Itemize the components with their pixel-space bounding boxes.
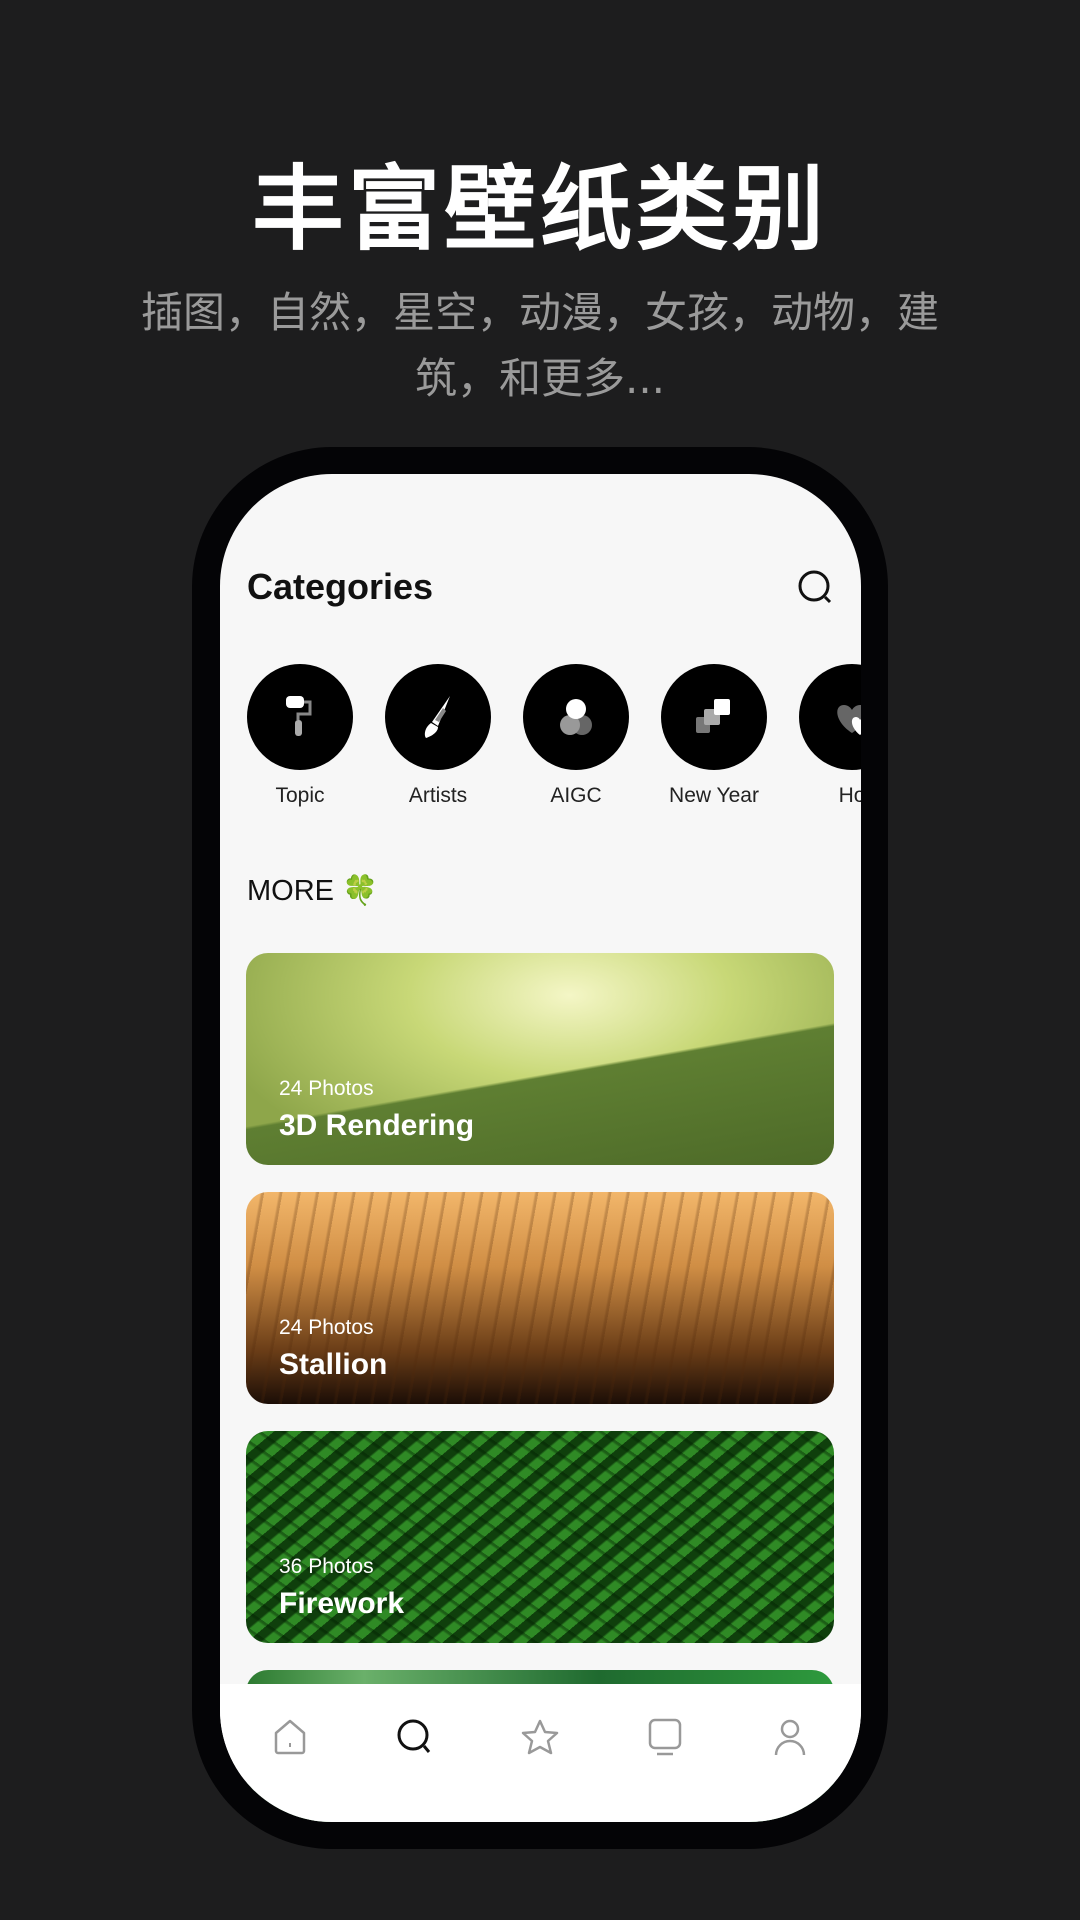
display-icon[interactable] xyxy=(645,1717,685,1757)
category-aigc[interactable]: AIGC xyxy=(523,664,629,808)
page-title: Categories xyxy=(247,566,434,607)
brush-icon xyxy=(424,696,450,738)
paint-roller-icon xyxy=(286,696,312,736)
photo-count: 36 Photos xyxy=(279,1555,374,1578)
category-card[interactable]: 24 Photos Stallion xyxy=(246,1192,834,1404)
category-ho[interactable]: Ho xyxy=(799,664,861,808)
photo-count: 24 Photos xyxy=(279,1077,374,1100)
category-card[interactable]: 24 Photos 3D Rendering xyxy=(246,953,834,1165)
phone-frame: Categories Topic Artists AIGC New Year H… xyxy=(192,447,888,1849)
card-title: Stallion xyxy=(279,1348,388,1381)
category-row: Topic Artists AIGC New Year Ho xyxy=(247,664,861,807)
phone-screen: Categories Topic Artists AIGC New Year H… xyxy=(220,474,861,1822)
circles-icon xyxy=(560,699,592,735)
search-icon[interactable] xyxy=(395,1717,435,1757)
search-icon[interactable] xyxy=(796,568,836,608)
category-card[interactable]: 36 Photos Firework xyxy=(246,1431,834,1643)
category-artists[interactable]: Artists xyxy=(385,664,491,808)
star-icon[interactable] xyxy=(520,1717,560,1757)
card-title: Firework xyxy=(279,1587,405,1620)
category-new-year[interactable]: New Year xyxy=(661,664,767,808)
home-icon[interactable] xyxy=(270,1717,310,1757)
headline: 丰富壁纸类别 xyxy=(251,156,828,263)
subheadline: 插图，自然，星空，动漫，女孩，动物，建筑，和更多... xyxy=(140,288,939,403)
hearts-icon xyxy=(837,705,861,735)
squares-icon xyxy=(696,699,730,733)
profile-icon[interactable] xyxy=(770,1717,810,1757)
more-heading: MORE 🍀 xyxy=(247,875,379,907)
bottom-nav xyxy=(220,1684,861,1822)
card-title: 3D Rendering xyxy=(279,1109,475,1142)
photo-count: 24 Photos xyxy=(279,1316,374,1339)
category-topic[interactable]: Topic xyxy=(247,664,353,808)
